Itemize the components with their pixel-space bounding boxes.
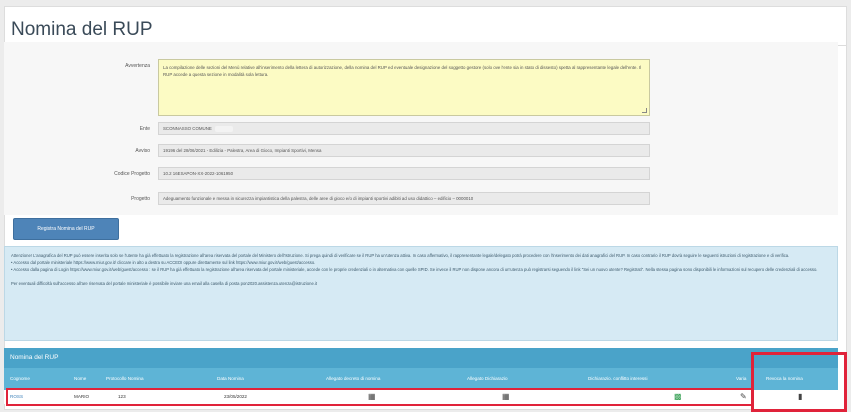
progetto-field[interactable]: Adeguamento funzionale e messa in sicure… (158, 192, 650, 205)
avvertenza-text: La compilazione delle sezioni del Menù r… (163, 65, 642, 77)
col-head-nome[interactable]: Nome (74, 376, 86, 381)
grid-title-bar: Nomina del RUP (4, 348, 838, 368)
grid-column-headers: Cognome Nome Protocollo Nomina Data Nomi… (4, 368, 838, 390)
progetto-value: Adeguamento funzionale e messa in sicure… (163, 196, 474, 201)
avviso-field[interactable]: 19196 del 28/06/2021 - Edilizia - Palest… (158, 144, 650, 157)
col-head-varia[interactable]: Varia (736, 376, 746, 381)
ente-field[interactable]: SCONNASSO COMUNE (158, 122, 650, 135)
avvertenza-label: Avvertenza (125, 63, 150, 69)
avviso-value: 19196 del 28/06/2021 - Edilizia - Palest… (163, 148, 322, 153)
col-head-protocollo[interactable]: Protocollo Nomina (106, 376, 144, 381)
grid-title: Nomina del RUP (10, 354, 59, 361)
info-line-4: Per eventuali difficoltà sull'accesso al… (11, 280, 318, 286)
col-head-allegato-decreto[interactable]: Allegato decreto di nomina (326, 376, 380, 381)
resize-grip-icon[interactable] (642, 108, 647, 113)
codice-progetto-field[interactable]: 10.2 16ESAPON-XX-2022-1061950 (158, 167, 650, 180)
col-head-allegato-dichiarazio[interactable]: Allegato Dichiarazio (467, 376, 508, 381)
progetto-label: Progetto (131, 196, 150, 202)
col-head-cognome[interactable]: Cognome (10, 376, 30, 381)
codice-progetto-label: Codice Progetto (114, 171, 150, 177)
registra-nomina-button[interactable]: Registra Nomina del RUP (13, 218, 119, 240)
avviso-label: Avviso (135, 148, 150, 154)
codice-progetto-value: 10.2 16ESAPON-XX-2022-1061950 (163, 171, 234, 176)
avvertenza-textarea[interactable]: La compilazione delle sezioni del Menù r… (158, 59, 650, 116)
highlight-data-row (6, 388, 751, 406)
col-head-conflitto[interactable]: Dichiarazio. conflitto interessi (588, 376, 648, 381)
redacted-mark (214, 126, 233, 132)
ente-value: SCONNASSO COMUNE (163, 126, 212, 132)
info-alert: Attenzione! L'anagrafica del RUP può ess… (4, 246, 838, 341)
info-line-2: • Accesso dal portale ministeriale https… (11, 260, 316, 266)
col-head-data[interactable]: Data Nomina (217, 376, 244, 381)
highlight-revoca-column (751, 352, 847, 412)
info-line-3: • Accesso dalla pagina di Login https://… (11, 267, 818, 273)
ente-label: Ente (139, 126, 150, 132)
info-line-1: Attenzione! L'anagrafica del RUP può ess… (11, 253, 790, 258)
page-title: Nomina del RUP (11, 19, 153, 40)
